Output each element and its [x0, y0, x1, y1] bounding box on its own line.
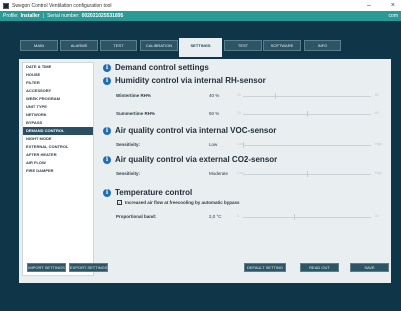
profile-value: Installer: [20, 13, 40, 19]
menu-item-air-flow[interactable]: Air flow: [23, 159, 93, 167]
proportional-band-value: 2,0 °C: [209, 214, 222, 219]
winter-rh-value: 40 %: [209, 93, 220, 98]
tab-info[interactable]: Info: [304, 40, 341, 51]
close-button[interactable]: ×: [391, 2, 395, 9]
winter-rh-max: 80: [375, 93, 379, 97]
proportional-band-label: Proportional band:: [116, 214, 157, 219]
tab-bar: Main Alarms Test Calibration Settings Te…: [0, 21, 401, 57]
voc-sensitivity-value: Low: [209, 142, 218, 147]
co2-sensitivity-slider-thumb[interactable]: [307, 171, 308, 177]
co2-title: Air quality control via external CO2-sen…: [115, 155, 278, 164]
band-min: 0: [237, 214, 239, 218]
minimize-button[interactable]: –: [367, 2, 371, 9]
menu-item-demand-control[interactable]: Demand control: [23, 127, 93, 135]
tab-test[interactable]: Test: [100, 40, 137, 51]
serial-value: 002021025531895: [81, 13, 124, 19]
menu-item-house[interactable]: House: [23, 71, 93, 79]
proportional-band-slider-thumb[interactable]: [294, 214, 295, 220]
co2-sensitivity-label: Sensitivity:: [116, 171, 141, 176]
settings-panel: Date & time House Filter Accessory Week …: [19, 59, 391, 283]
freecooling-label: Increased air flow at freecooling by aut…: [125, 200, 240, 205]
voc-sensitivity-slider-thumb[interactable]: [243, 142, 244, 148]
voc-sensitivity-row: Sensitivity: Low Low High: [101, 140, 391, 152]
voc-sensitivity-slider[interactable]: [243, 145, 371, 146]
serial-label: Serial number:: [47, 13, 80, 19]
demand-control-settings: i Demand control settings i Humidity con…: [101, 59, 391, 283]
profile-label: Profile:: [3, 13, 19, 19]
info-icon: i: [103, 155, 111, 164]
humidity-header: i Humidity control via internal RH-senso…: [103, 76, 266, 85]
menu-item-date-time[interactable]: Date & time: [23, 63, 93, 71]
window-controls: – ×: [367, 0, 395, 11]
info-icon: i: [103, 126, 111, 135]
menu-item-fire-damper[interactable]: Fire damper: [23, 167, 93, 175]
summer-rh-max: 80: [375, 111, 379, 115]
app-icon: [3, 2, 9, 9]
temperature-header: i Temperature control: [103, 188, 192, 197]
settings-side-menu: Date & time House Filter Accessory Week …: [22, 62, 94, 276]
default-setting-button[interactable]: Default setting: [244, 263, 286, 272]
summer-rh-row: Summertime RH% 50 % 20 80: [101, 109, 391, 121]
connection-status: com: [388, 13, 398, 19]
menu-item-filter[interactable]: Filter: [23, 79, 93, 87]
page-title: Demand control settings: [115, 63, 209, 72]
read-out-button[interactable]: Read out: [300, 263, 339, 272]
voc-header: i Air quality control via internal VOC-s…: [103, 126, 276, 135]
app-window: Swegon Control Ventilation configuration…: [0, 0, 401, 311]
co2-sensitivity-row: Sensitivity: Moderate Low High: [101, 169, 391, 181]
save-button[interactable]: Save: [350, 263, 389, 272]
demand-control-header: i Demand control settings: [103, 63, 209, 72]
menu-item-network[interactable]: Network: [23, 111, 93, 119]
winter-rh-slider[interactable]: [243, 96, 371, 97]
content-area: Date & time House Filter Accessory Week …: [0, 57, 401, 311]
voc-title: Air quality control via internal VOC-sen…: [115, 126, 277, 135]
tab-main[interactable]: Main: [20, 40, 58, 51]
profile-separator: |: [42, 13, 45, 19]
menu-item-night-mode[interactable]: Night mode: [23, 135, 93, 143]
summer-rh-value: 50 %: [209, 111, 220, 116]
tab-alarms[interactable]: Alarms: [60, 40, 98, 51]
co2-header: i Air quality control via external CO2-s…: [103, 155, 277, 164]
info-icon: i: [103, 188, 111, 197]
freecooling-option[interactable]: ✓ Increased air flow at freecooling by a…: [117, 200, 240, 205]
proportional-band-slider[interactable]: [243, 217, 371, 218]
title-bar: Swegon Control Ventilation configuration…: [0, 0, 401, 11]
summer-rh-slider-thumb[interactable]: [307, 111, 308, 117]
summer-rh-label: Summertime RH%: [116, 111, 156, 116]
window-title: Swegon Control Ventilation configuration…: [12, 2, 112, 9]
freecooling-checkbox[interactable]: ✓: [117, 200, 122, 205]
winter-rh-label: Wintertime RH%: [116, 93, 151, 98]
winter-rh-slider-thumb[interactable]: [275, 93, 276, 99]
winter-rh-min: 20: [237, 93, 241, 97]
tab-settings[interactable]: Settings: [179, 38, 222, 57]
co2-max: High: [375, 171, 383, 175]
voc-sensitivity-label: Sensitivity:: [116, 142, 141, 147]
temperature-title: Temperature control: [115, 188, 193, 197]
profile-bar: Profile: Installer | Serial number: 0020…: [0, 11, 401, 21]
summer-rh-min: 20: [237, 111, 241, 115]
tab-test-2[interactable]: Test: [224, 40, 262, 51]
menu-item-week-program[interactable]: Week program: [23, 95, 93, 103]
info-icon: i: [103, 63, 111, 72]
menu-item-accessory[interactable]: Accessory: [23, 87, 93, 95]
menu-item-external-control[interactable]: External control: [23, 143, 93, 151]
proportional-band-row: Proportional band: 2,0 °C 0 10: [101, 212, 391, 224]
winter-rh-row: Wintertime RH% 40 % 20 80: [101, 91, 391, 103]
voc-max: High: [375, 142, 383, 146]
menu-item-unit-type[interactable]: Unit type: [23, 103, 93, 111]
menu-item-bypass[interactable]: Bypass: [23, 119, 93, 127]
info-icon: i: [103, 76, 111, 85]
import-settings-button[interactable]: Import settings: [27, 263, 66, 272]
tab-software[interactable]: Software: [263, 40, 301, 51]
tab-calibration[interactable]: Calibration: [140, 40, 178, 51]
humidity-title: Humidity control via internal RH-sensor: [115, 76, 266, 85]
menu-item-after-heater[interactable]: After heater: [23, 151, 93, 159]
co2-sensitivity-value: Moderate: [209, 171, 229, 176]
band-max: 10: [375, 214, 379, 218]
export-settings-button[interactable]: Export settings: [69, 263, 108, 272]
